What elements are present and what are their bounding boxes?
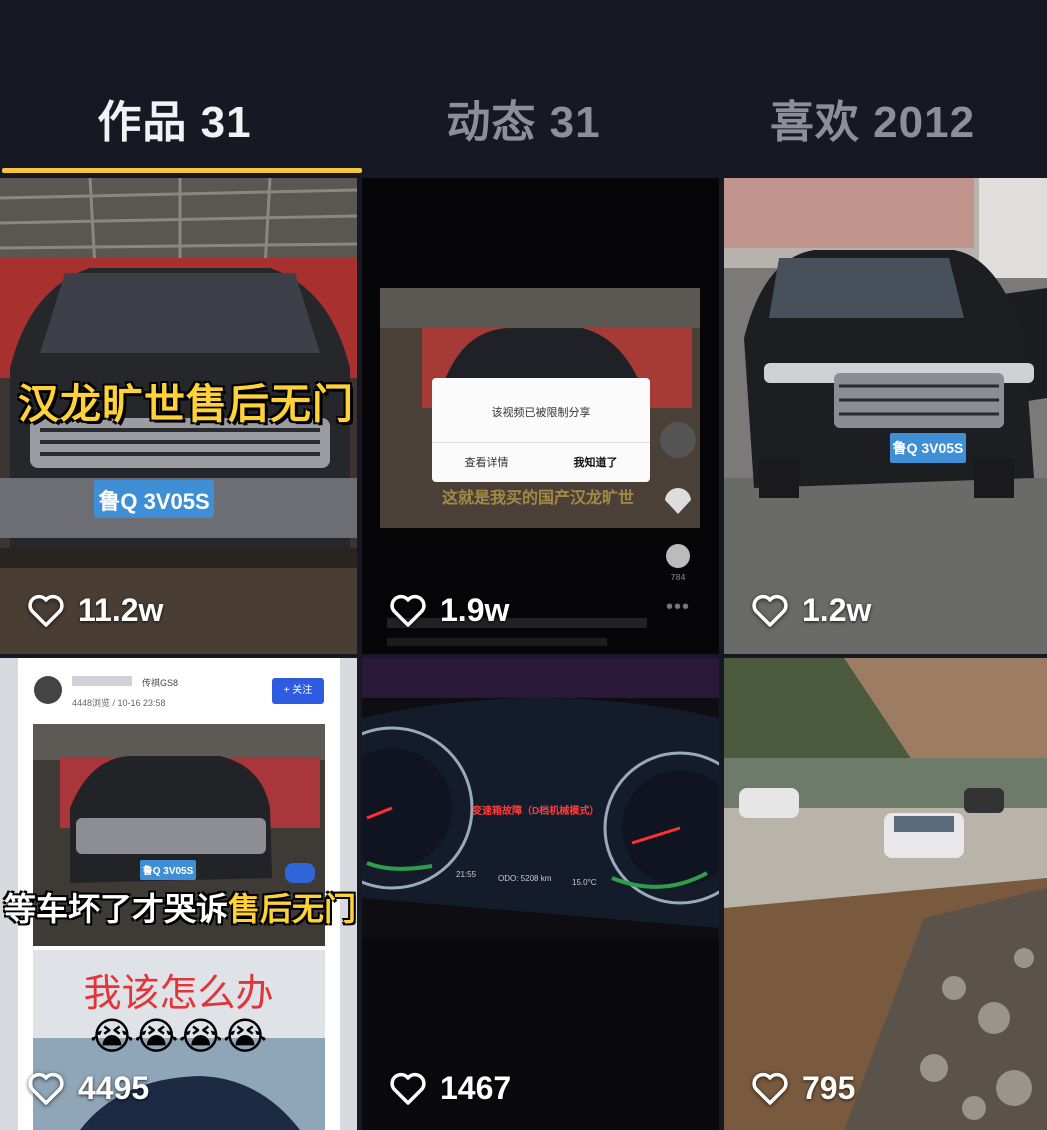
question-text: 我该怎么办 xyxy=(83,971,274,1015)
warning-message: 变速箱故障（D档机械模式） xyxy=(472,806,600,817)
dashboard-temp: 15.0°C xyxy=(572,878,597,887)
heart-outline-icon xyxy=(752,1072,788,1105)
dashboard-time: 21:55 xyxy=(456,870,477,879)
heart-outline-icon xyxy=(390,594,426,627)
more-options-icon[interactable]: ••• xyxy=(666,596,690,619)
heart-outline-icon xyxy=(390,1072,426,1105)
like-count-text: 4495 xyxy=(78,1069,150,1106)
heart-outline-icon xyxy=(28,594,64,627)
like-count: 11.2w xyxy=(26,590,163,630)
video-caption: 等车坏了才哭诉售后无门 xyxy=(4,884,356,930)
like-count: 1.2w xyxy=(750,590,871,630)
video-thumbnail[interactable]: 变速箱故障（D档机械模式） 21:55 ODO: 5208 km 15.0°C … xyxy=(362,658,719,1130)
dialog-divider xyxy=(432,442,650,443)
post-meta: 4448浏览 / 10-16 23:58 xyxy=(72,698,166,708)
video-thumbnail[interactable]: 鲁Q 3V05S 1.2w xyxy=(724,178,1047,654)
tab-works[interactable]: 作品 31 xyxy=(0,86,349,147)
blurred-caption: 这就是我买的国产汉龙旷世 xyxy=(442,490,635,507)
caption-prefix: 等车坏了才哭诉 xyxy=(4,890,229,928)
license-plate: 鲁Q 3V05S xyxy=(98,489,210,514)
tab-likes[interactable]: 喜欢 2012 xyxy=(698,86,1047,147)
heart-outline-icon xyxy=(752,594,788,627)
caption-highlight: 售后无门 xyxy=(228,890,357,928)
like-count-text: 1.9w xyxy=(440,591,510,628)
crying-emoji-row: 😭😭😭😭 xyxy=(89,1016,268,1058)
like-count-text: 1.2w xyxy=(802,591,872,628)
dialog-ok-button[interactable]: 我知道了 xyxy=(541,454,650,470)
active-tab-indicator xyxy=(2,168,362,173)
video-thumbnail[interactable]: 汉龙旷世售后无门 鲁Q 3V05S 11.2w xyxy=(0,178,357,654)
like-count: 795 xyxy=(750,1068,855,1108)
like-count: 4495 xyxy=(26,1068,149,1108)
follow-button[interactable]: + 关注 xyxy=(272,678,324,704)
like-count-text: 1467 xyxy=(440,1069,512,1106)
like-count: 1467 xyxy=(388,1068,511,1108)
license-plate: 鲁Q 3V05S xyxy=(892,440,964,456)
restriction-dialog: 该视频已被限制分享 查看详情 我知道了 xyxy=(432,378,650,482)
black-suv-image xyxy=(724,178,1047,654)
dashboard-image xyxy=(362,658,719,1130)
dialog-message: 该视频已被限制分享 xyxy=(491,407,591,419)
flooded-road-image xyxy=(724,658,1047,1130)
svg-text:784: 784 xyxy=(670,573,685,582)
post-tag: 传祺GS8 xyxy=(142,678,179,688)
like-count-text: 11.2w xyxy=(78,591,164,628)
heart-outline-icon xyxy=(28,1072,64,1105)
like-count-text: 795 xyxy=(802,1069,856,1106)
dialog-details-button[interactable]: 查看详情 xyxy=(432,454,541,470)
video-thumbnail[interactable]: 795 xyxy=(724,658,1047,1130)
license-plate: 鲁Q 3V05S xyxy=(142,866,194,877)
dashboard-odo: ODO: 5208 km xyxy=(498,874,552,883)
video-thumbnail[interactable]: 784 这就是我买的国产汉龙旷世 该视频已被限制分享 查看详情 我知道了 •••… xyxy=(362,178,719,654)
video-thumbnail[interactable]: 4448浏览 / 10-16 23:58 传祺GS8 + 关注 鲁Q 3V05S… xyxy=(0,658,357,1130)
video-caption: 汉龙旷世售后无门 xyxy=(18,380,354,428)
profile-tab-bar: 作品 31 动态 31 喜欢 2012 xyxy=(0,0,1047,176)
tab-activity[interactable]: 动态 31 xyxy=(349,86,698,147)
like-count: 1.9w xyxy=(388,590,509,630)
video-grid: 汉龙旷世售后无门 鲁Q 3V05S 11.2w 784 这就是我买的国产汉龙旷世… xyxy=(0,178,1047,1130)
